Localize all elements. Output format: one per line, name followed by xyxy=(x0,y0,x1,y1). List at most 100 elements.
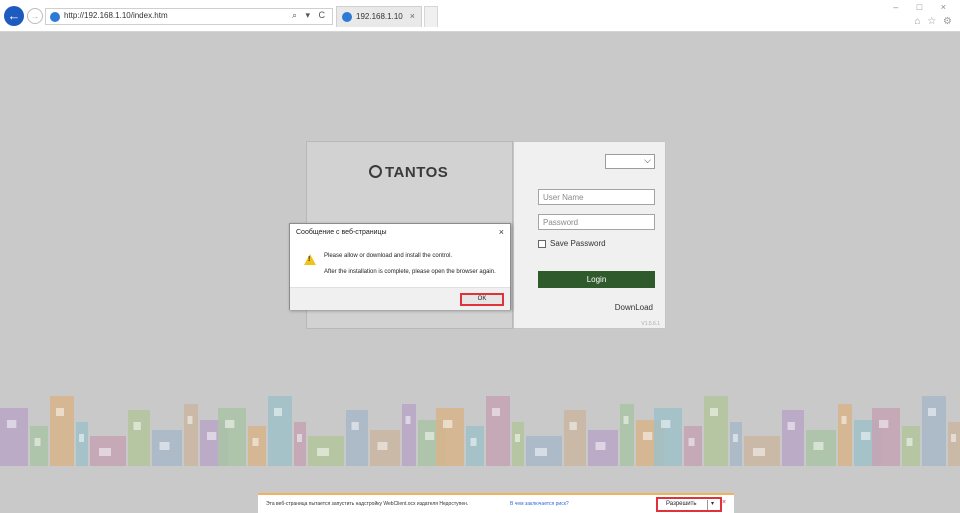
building-window xyxy=(535,448,547,456)
addon-infobar: Эта веб-страница пытается запустить надс… xyxy=(258,493,734,513)
building-window xyxy=(225,420,235,428)
building-window xyxy=(56,408,64,416)
building-shape xyxy=(402,404,416,466)
building-window xyxy=(207,432,217,440)
risk-link[interactable]: В чем заключается риск? xyxy=(510,501,569,507)
tab-close-icon[interactable]: × xyxy=(410,11,415,21)
tab-title: 192.168.1.10 xyxy=(356,12,403,21)
city-skyline-decoration xyxy=(0,396,960,466)
save-password-label: Save Password xyxy=(550,239,606,248)
building-window xyxy=(133,422,141,430)
browser-tab[interactable]: 192.168.1.10 × xyxy=(336,6,422,27)
save-password-row[interactable]: Save Password xyxy=(538,239,606,248)
home-favorites-settings-icons[interactable]: ⌂ ☆ ⚙ xyxy=(914,16,954,27)
dialog-close-icon[interactable]: × xyxy=(499,227,504,237)
building-window xyxy=(425,432,435,440)
login-button[interactable]: Login xyxy=(538,271,655,288)
building-shape xyxy=(704,396,728,466)
building-window xyxy=(7,420,17,428)
building-shape xyxy=(268,396,292,466)
download-link[interactable]: DownLoad xyxy=(615,303,653,312)
building-shape xyxy=(76,422,88,466)
building-window xyxy=(787,422,795,430)
building-window xyxy=(351,422,359,430)
building-window xyxy=(841,416,847,424)
ie-tab-icon xyxy=(342,12,352,22)
building-shape xyxy=(838,404,852,466)
allow-dropdown-icon[interactable]: ▾ xyxy=(707,500,717,510)
building-window xyxy=(951,434,956,442)
ie-page-icon xyxy=(50,12,60,22)
username-input[interactable]: User Name xyxy=(538,189,655,205)
building-window xyxy=(623,416,629,424)
language-select[interactable]: ⌵ xyxy=(605,154,655,169)
password-input[interactable]: Password xyxy=(538,214,655,230)
building-shape xyxy=(346,410,368,466)
window-controls[interactable]: – □ × xyxy=(893,2,954,12)
building-shape xyxy=(218,408,246,466)
building-window xyxy=(661,420,671,428)
tantos-logo-icon xyxy=(369,165,382,178)
allow-label: Разрешить xyxy=(666,501,697,507)
building-shape xyxy=(486,396,510,466)
building-window xyxy=(595,442,606,450)
save-password-checkbox[interactable] xyxy=(538,239,546,248)
login-form: ⌵ User Name Password Save Password Login… xyxy=(513,141,666,329)
chevron-down-icon: ⌵ xyxy=(644,155,651,165)
building-window xyxy=(753,448,765,456)
building-window xyxy=(906,438,913,446)
building-window xyxy=(861,432,871,440)
building-window xyxy=(34,438,41,446)
version-label: V1.5.6.1 xyxy=(641,321,660,327)
building-shape xyxy=(782,410,804,466)
tantos-logo: TANTOS xyxy=(369,164,448,181)
building-window xyxy=(252,438,259,446)
dialog-message-line1: Please allow or download and install the… xyxy=(324,253,453,259)
dialog-footer: OK xyxy=(290,287,510,310)
ok-button[interactable]: OK xyxy=(460,293,504,306)
building-shape xyxy=(294,422,306,466)
building-window xyxy=(159,442,170,450)
building-shape xyxy=(620,404,634,466)
new-tab-button[interactable] xyxy=(424,6,438,27)
building-window xyxy=(643,432,653,440)
address-url[interactable]: http://192.168.1.10/index.htm xyxy=(64,11,168,20)
building-window xyxy=(297,434,302,442)
logo-text: TANTOS xyxy=(385,164,449,181)
building-window xyxy=(470,438,477,446)
dialog-title: Сообщение с веб-страницы xyxy=(296,229,387,236)
building-shape xyxy=(512,422,524,466)
building-window xyxy=(317,448,329,456)
building-shape xyxy=(922,396,946,466)
building-shape xyxy=(50,396,74,466)
building-window xyxy=(405,416,411,424)
building-window xyxy=(710,408,718,416)
building-shape xyxy=(128,410,150,466)
building-shape xyxy=(730,422,742,466)
building-window xyxy=(443,420,453,428)
allow-button[interactable]: Разрешить ▾ xyxy=(656,497,722,512)
forward-button[interactable]: → xyxy=(27,8,43,24)
building-shape xyxy=(0,408,28,466)
browser-toolbar: ← → http://192.168.1.10/index.htm ⌕ ▾ C … xyxy=(0,0,960,32)
building-window xyxy=(688,438,695,446)
building-shape xyxy=(654,408,682,466)
back-button[interactable]: ← xyxy=(4,6,24,26)
webpage-message-dialog: Сообщение с веб-страницы × ! Please allo… xyxy=(289,223,511,310)
building-window xyxy=(928,408,936,416)
building-window xyxy=(99,448,111,456)
building-window xyxy=(274,408,282,416)
address-bar[interactable]: http://192.168.1.10/index.htm ⌕ ▾ C xyxy=(45,8,333,25)
building-shape xyxy=(948,422,960,466)
warning-icon-mark: ! xyxy=(308,256,311,263)
building-window xyxy=(813,442,824,450)
building-window xyxy=(492,408,500,416)
search-refresh-icons[interactable]: ⌕ ▾ C xyxy=(292,10,328,21)
dialog-message-line2: After the installation is complete, plea… xyxy=(324,269,496,275)
building-shape xyxy=(872,408,900,466)
building-shape xyxy=(564,410,586,466)
building-window xyxy=(733,434,738,442)
building-shape xyxy=(436,408,464,466)
building-window xyxy=(515,434,520,442)
infobar-close-icon[interactable]: × xyxy=(722,499,726,506)
